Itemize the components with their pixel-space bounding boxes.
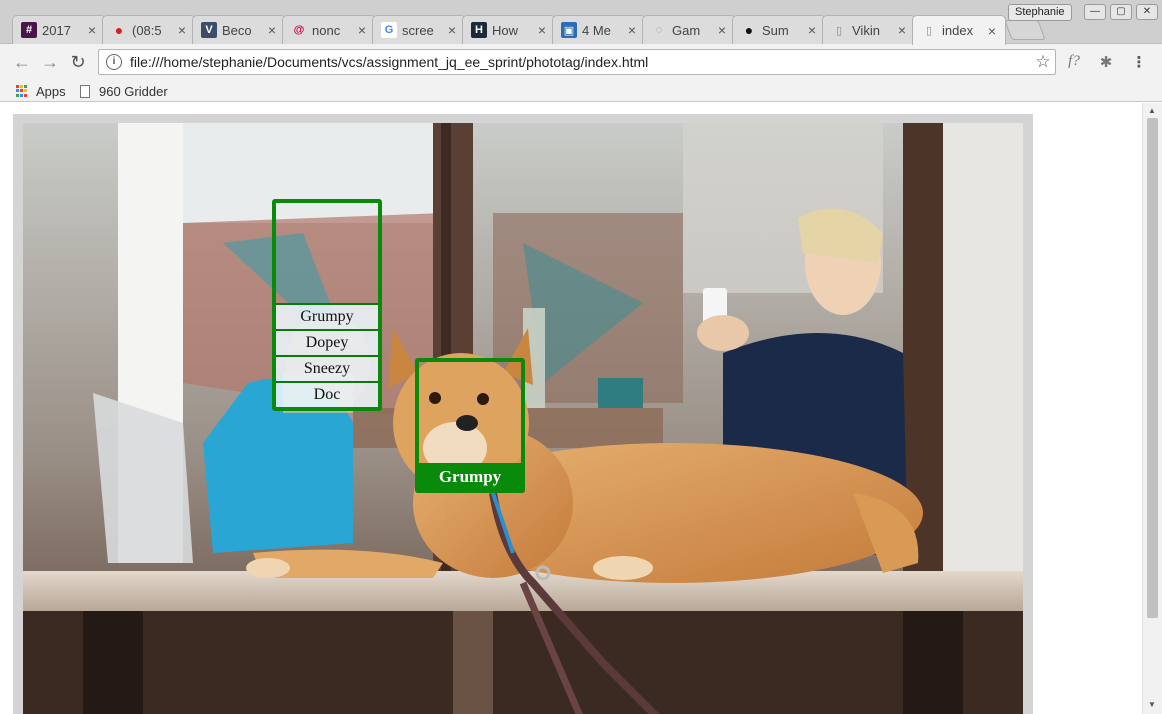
tab-title: Sum	[762, 22, 789, 38]
tab-1[interactable]: #2017 ×	[12, 15, 106, 44]
tag-selector-box[interactable]: Grumpy Dopey Sneezy Doc	[272, 199, 382, 411]
tab-close-icon[interactable]: ×	[445, 22, 459, 38]
tab-title: scree	[402, 22, 434, 38]
loading-icon: ◌	[655, 24, 663, 36]
new-tab-button[interactable]	[1004, 20, 1046, 40]
menu-icon[interactable]: ⋮	[1129, 53, 1149, 71]
tab-10[interactable]: ▯ Vikin ×	[822, 15, 916, 44]
tab-close-icon[interactable]: ×	[535, 22, 549, 38]
tab-3[interactable]: V Beco ×	[192, 15, 286, 44]
scroll-up-icon[interactable]: ▲	[1148, 106, 1156, 115]
url-text[interactable]: file:///home/stephanie/Documents/vcs/ass…	[130, 54, 1031, 70]
slack-icon: #	[21, 22, 37, 38]
debian-icon: @	[293, 24, 305, 36]
bug-icon[interactable]: ✱	[1096, 53, 1116, 71]
tab-close-icon[interactable]: ×	[265, 22, 279, 38]
scroll-thumb[interactable]	[1147, 118, 1158, 618]
tagged-face-box[interactable]: Grumpy	[415, 358, 525, 493]
tab-title: Gam	[672, 22, 701, 38]
name-option-sneezy[interactable]: Sneezy	[276, 355, 378, 381]
scroll-down-icon[interactable]: ▼	[1148, 700, 1156, 709]
tab-close-icon[interactable]: ×	[175, 22, 189, 38]
bookmark-apps[interactable]: Apps	[16, 82, 66, 100]
tab-4[interactable]: @ nonc ×	[282, 15, 376, 44]
browser-toolbar: ← → ↻ i file:///home/stephanie/Documents…	[0, 44, 1162, 80]
frame-icon: ▣	[561, 22, 577, 38]
page-icon	[80, 84, 90, 98]
name-option-dopey[interactable]: Dopey	[276, 329, 378, 355]
tab-title: 4 Me	[582, 22, 611, 38]
tab-title: index	[942, 23, 974, 38]
tab-title: nonc	[312, 22, 341, 38]
close-window-button[interactable]: ✕	[1136, 4, 1158, 20]
grenade-icon: ●	[744, 22, 754, 38]
tab-11[interactable]: ▯ index ×	[912, 15, 1006, 45]
site-info-icon[interactable]: i	[106, 54, 122, 70]
forward-button[interactable]: →	[40, 52, 60, 72]
tab-title: Beco	[222, 22, 252, 38]
tab-6[interactable]: H How ×	[462, 15, 556, 44]
minimize-button[interactable]: —	[1084, 4, 1106, 20]
htg-icon: H	[471, 22, 487, 38]
font-finder-icon[interactable]: f?	[1064, 53, 1084, 70]
tab-title: Vikin	[852, 22, 880, 38]
tab-close-icon[interactable]: ×	[355, 22, 369, 38]
page-icon: ▯	[835, 24, 843, 37]
back-button[interactable]: ←	[12, 52, 32, 72]
name-list: Grumpy Dopey Sneezy Doc	[276, 303, 378, 407]
tab-title: (08:5	[132, 22, 162, 38]
bookmark-960-gridder[interactable]: 960 Gridder	[80, 82, 168, 100]
tag-label: Grumpy	[415, 463, 525, 493]
tab-strip: #2017 × ● (08:5 × V Beco × @ nonc × Gscree × H How × ▣ 4 …	[0, 0, 1162, 45]
tab-5[interactable]: Gscree ×	[372, 15, 466, 44]
vagrant-icon: V	[201, 22, 217, 38]
photo-frame: Grumpy Dopey Sneezy Doc Grumpy	[13, 114, 1033, 714]
tab-close-icon[interactable]: ×	[85, 22, 99, 38]
page-icon: ▯	[925, 25, 933, 37]
bookmark-apps-label: Apps	[36, 83, 66, 99]
tab-9[interactable]: ● Sum ×	[732, 15, 826, 44]
bookmark-star-icon[interactable]: ☆	[1031, 52, 1055, 72]
tab-title: How	[492, 22, 519, 38]
google-icon: G	[381, 22, 397, 38]
vertical-scrollbar[interactable]: ▲ ▼	[1142, 103, 1162, 714]
tab-close-icon[interactable]: ×	[895, 22, 909, 38]
tab-close-icon[interactable]: ×	[625, 22, 639, 38]
bookmark-960-gridder-label: 960 Gridder	[99, 83, 168, 99]
tab-close-icon[interactable]: ×	[985, 23, 999, 39]
page-viewport: Grumpy Dopey Sneezy Doc Grumpy	[0, 103, 1142, 714]
tab-7[interactable]: ▣ 4 Me ×	[552, 15, 646, 44]
apps-grid-icon	[16, 85, 28, 97]
maximize-button[interactable]: ▢	[1110, 4, 1132, 20]
reload-button[interactable]: ↻	[68, 52, 88, 72]
address-bar[interactable]: i file:///home/stephanie/Documents/vcs/a…	[98, 49, 1056, 75]
tab-close-icon[interactable]: ×	[715, 22, 729, 38]
tab-8[interactable]: ◌ Gam ×	[642, 15, 736, 44]
tomato-icon: ●	[114, 22, 124, 38]
tab-2[interactable]: ● (08:5 ×	[102, 15, 196, 44]
profile-name[interactable]: Stephanie	[1008, 4, 1072, 21]
bookmarks-bar: Apps 960 Gridder	[0, 80, 1162, 102]
name-option-grumpy[interactable]: Grumpy	[276, 303, 378, 329]
tab-title: 2017	[42, 22, 71, 38]
tab-close-icon[interactable]: ×	[805, 22, 819, 38]
tagged-photo[interactable]: Grumpy Dopey Sneezy Doc Grumpy	[23, 123, 1023, 714]
name-option-doc[interactable]: Doc	[276, 381, 378, 407]
